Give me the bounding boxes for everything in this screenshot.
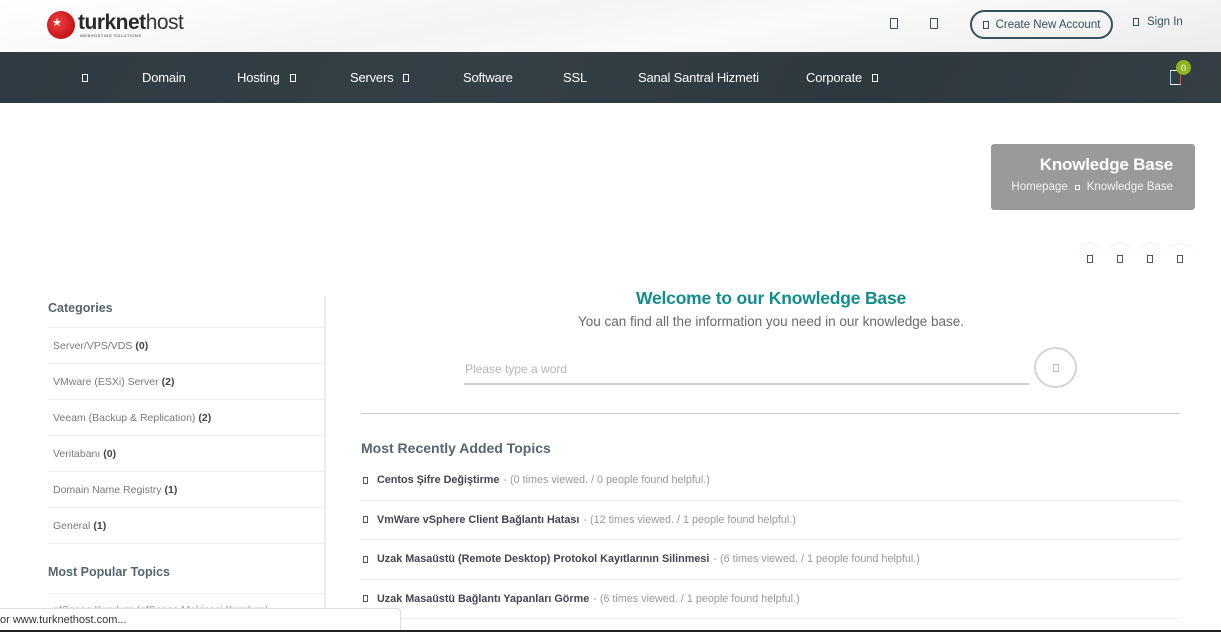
chevron-down-icon [872, 73, 879, 82]
search-input[interactable] [464, 355, 1029, 385]
nav-label: SSL [563, 70, 587, 85]
nav-label: Software [463, 70, 513, 85]
popular-topics-heading: Most Popular Topics [48, 560, 324, 594]
category-name: General [53, 519, 91, 532]
topic-item[interactable]: VmWare vSphere Client Bağlantı Hatası - (… [361, 501, 1180, 540]
twitter-icon [1117, 254, 1123, 263]
welcome-section: Welcome to our Knowledge Base You can fi… [361, 288, 1181, 329]
document-icon [363, 476, 368, 484]
home-icon [82, 73, 88, 82]
user-plus-icon [982, 20, 989, 29]
document-icon [363, 595, 368, 603]
category-item[interactable]: General (1) [48, 508, 324, 544]
divider [361, 413, 1180, 414]
breadcrumb-home[interactable]: Homepage [1011, 181, 1067, 193]
share-email-button[interactable] [1165, 243, 1195, 273]
logo-word-bold: turknet [78, 11, 146, 34]
topic-title[interactable]: Uzak Masaüstü Bağlantı Yapanları Görme [377, 593, 589, 605]
nav-ssl[interactable]: SSL [563, 52, 587, 103]
topic-meta: - (0 times viewed. / 0 people found help… [503, 474, 710, 487]
category-item[interactable]: Veeam (Backup & Replication) (2) [48, 400, 324, 436]
nav-label: Hosting [237, 70, 280, 85]
main-nav: Domain Hosting Servers Software SSL Sana… [0, 52, 1221, 103]
share-linkedin-button[interactable] [1135, 243, 1165, 273]
category-count: (2) [161, 375, 175, 388]
breadcrumb-separator-icon [1074, 184, 1080, 190]
document-icon [363, 555, 368, 563]
topic-item[interactable]: Centos Şifre Değiştirme - (0 times viewed… [361, 461, 1180, 501]
nav-domain[interactable]: Domain [142, 52, 186, 103]
topic-title[interactable]: Uzak Masaüstü (Remote Desktop) Protokol … [377, 553, 709, 565]
recent-topics-list: Centos Şifre Değiştirme - (0 times viewed… [361, 461, 1180, 619]
facebook-icon [1087, 254, 1093, 263]
top-header: turknethost WEBHOSTING SOLUTIONS Create … [0, 0, 1221, 52]
category-item[interactable]: Server/VPS/VDS (0) [48, 328, 324, 364]
welcome-subtitle: You can find all the information you nee… [577, 314, 964, 329]
category-count: (0) [103, 447, 117, 460]
nav-label: Servers [350, 70, 394, 85]
share-twitter-button[interactable] [1105, 243, 1135, 273]
category-name: Domain Name Registry [53, 483, 162, 496]
logo-word-light: host [145, 11, 184, 34]
email-icon [1177, 254, 1183, 263]
search-icon [1052, 363, 1059, 372]
sign-in-link[interactable]: Sign In [1133, 16, 1183, 28]
topic-title[interactable]: Centos Şifre Değiştirme [377, 474, 499, 486]
topic-title[interactable]: VmWare vSphere Client Bağlantı Hatası [377, 514, 579, 526]
search-button[interactable] [1034, 347, 1077, 388]
welcome-title: Welcome to our Knowledge Base [635, 288, 907, 308]
recent-topics-heading: Most Recently Added Topics [361, 440, 551, 456]
sign-in-label: Sign In [1147, 16, 1183, 28]
topic-meta: - (6 times viewed. / 1 people found help… [713, 553, 920, 566]
lock-icon [1133, 18, 1139, 26]
category-item[interactable]: VMware (ESXi) Server (2) [48, 364, 324, 400]
category-count: (0) [135, 339, 149, 352]
category-item[interactable]: Domain Name Registry (1) [48, 472, 324, 508]
breadcrumb-current: Knowledge Base [1086, 181, 1173, 193]
logo-icon [47, 11, 75, 39]
logo[interactable]: turknethost WEBHOSTING SOLUTIONS [47, 9, 184, 41]
document-icon [363, 516, 368, 524]
topic-meta: - (12 times viewed. / 1 people found hel… [583, 513, 796, 526]
nav-servers[interactable]: Servers [350, 52, 410, 103]
category-item[interactable]: Veritabanı (0) [48, 436, 324, 472]
nav-label: Domain [142, 70, 186, 85]
category-count: (2) [198, 411, 212, 424]
category-name: Server/VPS/VDS [53, 339, 133, 352]
create-account-label: Create New Account [995, 18, 1101, 31]
category-name: Veeam (Backup & Replication) [53, 411, 196, 424]
breadcrumb: Homepage Knowledge Base [991, 181, 1173, 193]
phone-icon[interactable] [890, 18, 898, 29]
share-buttons [1075, 243, 1195, 273]
page-title: Knowledge Base [1039, 155, 1173, 174]
nav-hosting[interactable]: Hosting [237, 52, 296, 103]
cart-count-badge: 0 [1176, 60, 1191, 75]
topic-meta: - (6 times viewed. / 1 people found help… [593, 592, 800, 605]
sidebar: Categories Server/VPS/VDS (0) VMware (ESX… [48, 296, 326, 632]
nav-software[interactable]: Software [463, 52, 513, 103]
categories-heading: Categories [48, 296, 324, 328]
topic-item[interactable]: Uzak Masaüstü Bağlantı Yapanları Görme - … [361, 580, 1180, 619]
page-title-box: Knowledge Base Homepage Knowledge Base [991, 144, 1195, 210]
nav-corporate[interactable]: Corporate [806, 52, 879, 103]
chevron-down-icon [289, 73, 296, 82]
chevron-down-icon [403, 73, 410, 82]
share-facebook-button[interactable] [1075, 243, 1105, 273]
category-count: (1) [164, 483, 178, 496]
create-account-button[interactable]: Create New Account [970, 10, 1113, 39]
category-name: VMware (ESXi) Server [53, 375, 159, 388]
nav-home[interactable] [82, 52, 88, 103]
category-name: Veritabanı [53, 447, 101, 460]
browser-status-bar: or www.turknethost.com... [0, 608, 401, 632]
category-count: (1) [93, 519, 107, 532]
nav-label: Sanal Santral Hizmeti [638, 70, 759, 85]
topic-item[interactable]: Uzak Masaüstü (Remote Desktop) Protokol … [361, 540, 1180, 580]
nav-sanal-santral[interactable]: Sanal Santral Hizmeti [638, 52, 759, 103]
envelope-icon[interactable] [930, 18, 938, 29]
linkedin-icon [1147, 254, 1153, 263]
nav-label: Corporate [806, 70, 863, 85]
logo-tagline: WEBHOSTING SOLUTIONS [80, 33, 142, 38]
